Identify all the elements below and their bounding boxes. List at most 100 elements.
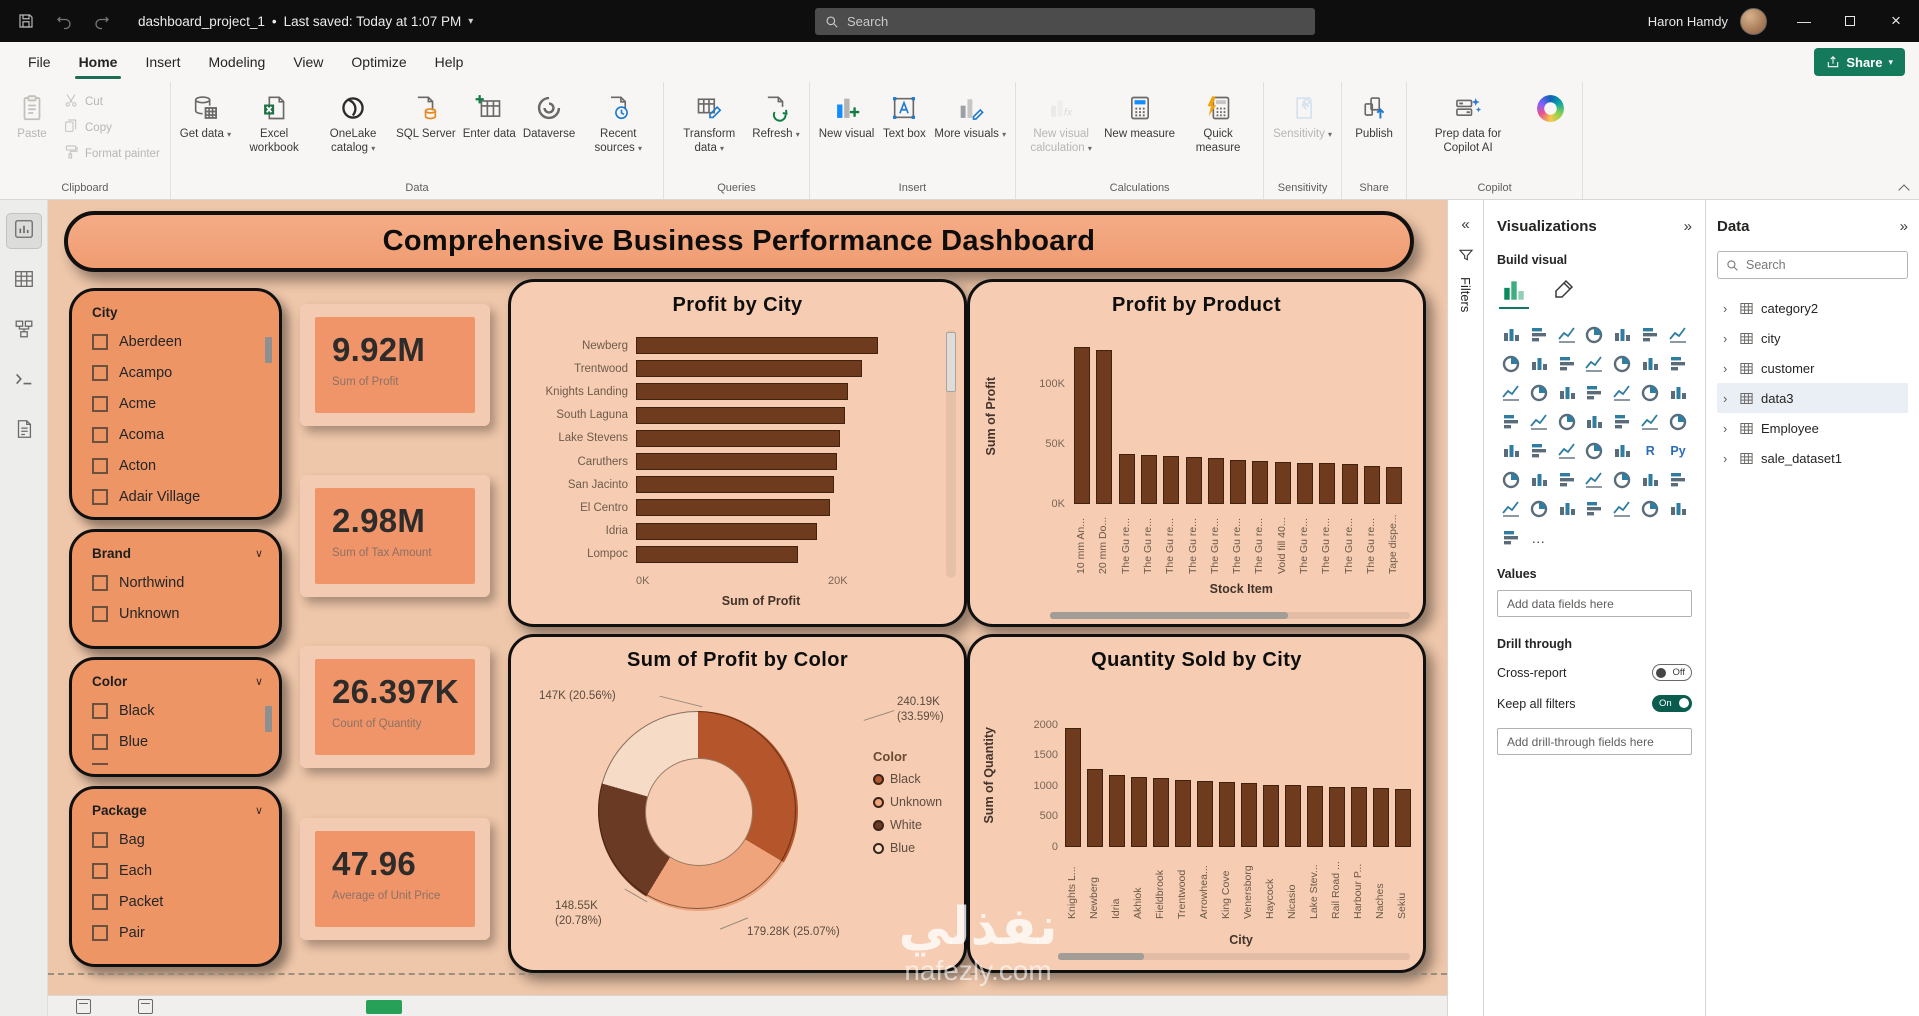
- bar[interactable]: [1373, 787, 1389, 847]
- visual-type-icon[interactable]: [1581, 437, 1609, 464]
- slicer-option[interactable]: Bag: [92, 824, 279, 855]
- tab-build-visual[interactable]: [1497, 277, 1531, 309]
- bar[interactable]: [1230, 459, 1247, 504]
- slicer-color[interactable]: Color ∨ Black Blue: [69, 657, 282, 777]
- save-icon[interactable]: [16, 11, 36, 31]
- slicer-option[interactable]: Acoma: [92, 419, 279, 450]
- bar[interactable]: [1386, 466, 1403, 504]
- more-visuals-button[interactable]: More visuals ▾: [931, 88, 1009, 147]
- visual-type-icon[interactable]: [1525, 466, 1553, 493]
- visual-type-icon[interactable]: [1553, 321, 1581, 348]
- publish-button[interactable]: Publish: [1348, 88, 1400, 147]
- checkbox-icon[interactable]: [92, 733, 108, 750]
- visual-type-icon[interactable]: [1664, 466, 1692, 493]
- visual-type-icon[interactable]: [1636, 379, 1664, 406]
- model-view[interactable]: [7, 314, 41, 348]
- data-table-data3[interactable]: › data3: [1717, 383, 1908, 413]
- bar[interactable]: [636, 522, 818, 540]
- data-table-Employee[interactable]: › Employee: [1717, 413, 1908, 443]
- slicer-option[interactable]: Acton: [92, 450, 279, 481]
- visual-type-icon[interactable]: [1497, 379, 1525, 406]
- expand-chevron-icon[interactable]: ›: [1723, 421, 1732, 436]
- chevron-down-icon[interactable]: ∨: [255, 675, 263, 688]
- visual-type-icon[interactable]: …: [1525, 524, 1553, 551]
- checkbox-icon[interactable]: [92, 702, 108, 719]
- legend-item-unknown[interactable]: Unknown: [873, 795, 942, 809]
- report-view[interactable]: [5, 213, 42, 249]
- chevron-down-icon[interactable]: ∨: [255, 804, 263, 817]
- cross-report-toggle[interactable]: Off: [1652, 664, 1692, 681]
- page-icon[interactable]: [76, 999, 91, 1014]
- visual-type-icon[interactable]: [1581, 350, 1609, 377]
- collapse-data-panel-icon[interactable]: »: [1900, 218, 1908, 235]
- expand-filters-icon[interactable]: «: [1461, 216, 1469, 233]
- table-view[interactable]: [7, 264, 41, 298]
- bar[interactable]: [1307, 786, 1323, 847]
- checkbox-icon[interactable]: [92, 924, 108, 941]
- maximize-button[interactable]: [1827, 0, 1873, 42]
- bar[interactable]: [1207, 458, 1224, 504]
- bar[interactable]: [1341, 464, 1358, 504]
- paste-button[interactable]: Paste: [6, 88, 58, 147]
- undo-icon[interactable]: [54, 11, 74, 31]
- checkbox-icon[interactable]: [92, 862, 108, 879]
- visual-type-icon[interactable]: [1525, 321, 1553, 348]
- menu-item-home[interactable]: Home: [65, 44, 132, 80]
- visual-type-icon[interactable]: [1497, 437, 1525, 464]
- menu-item-view[interactable]: View: [279, 44, 337, 80]
- visual-type-icon[interactable]: [1636, 350, 1664, 377]
- bar[interactable]: [636, 476, 834, 494]
- slicer-option[interactable]: Pair: [92, 917, 279, 948]
- visual-type-icon[interactable]: [1553, 408, 1581, 435]
- bar[interactable]: [636, 406, 846, 424]
- chart-scrollbar[interactable]: [1058, 953, 1410, 960]
- bar[interactable]: [1363, 465, 1380, 504]
- add-data-fields-well[interactable]: Add data fields here: [1497, 590, 1692, 617]
- bar[interactable]: [1065, 727, 1081, 847]
- checkbox-icon[interactable]: [92, 457, 108, 474]
- visual-type-icon[interactable]: [1581, 408, 1609, 435]
- document-title[interactable]: dashboard_project_1 • Last saved: Today …: [138, 14, 473, 29]
- checkbox-icon[interactable]: [92, 426, 108, 443]
- legend-item-white[interactable]: White: [873, 818, 942, 832]
- visual-type-icon[interactable]: [1608, 321, 1636, 348]
- dataverse-button[interactable]: Dataverse: [520, 88, 578, 147]
- bar[interactable]: [1285, 785, 1301, 847]
- slicer-option[interactable]: Acampo: [92, 357, 279, 388]
- visual-type-icon[interactable]: [1553, 466, 1581, 493]
- scrollbar-thumb[interactable]: [1050, 612, 1288, 619]
- bar[interactable]: [636, 383, 849, 401]
- visual-type-icon[interactable]: [1636, 495, 1664, 522]
- redo-icon[interactable]: [92, 11, 112, 31]
- slicer-option[interactable]: Blue: [92, 726, 279, 757]
- visual-type-icon[interactable]: [1608, 379, 1636, 406]
- expand-chevron-icon[interactable]: ›: [1723, 391, 1732, 406]
- visual-type-icon[interactable]: [1497, 350, 1525, 377]
- share-button[interactable]: Share ▾: [1814, 48, 1905, 76]
- checkbox-icon[interactable]: [92, 333, 108, 350]
- bar[interactable]: [1185, 457, 1202, 504]
- visual-type-icon[interactable]: [1608, 408, 1636, 435]
- visual-type-icon[interactable]: [1553, 437, 1581, 464]
- bar[interactable]: [1263, 784, 1279, 847]
- transform-data-button[interactable]: Transform data ▾: [670, 88, 748, 160]
- menu-item-modeling[interactable]: Modeling: [194, 44, 279, 80]
- visual-type-icon[interactable]: R: [1636, 437, 1664, 464]
- bar[interactable]: [1140, 454, 1157, 504]
- tab-format-visual[interactable]: [1547, 277, 1581, 309]
- checkbox-icon[interactable]: [92, 395, 108, 412]
- chart-scrollbar[interactable]: [1050, 612, 1410, 619]
- visual-type-icon[interactable]: [1664, 321, 1692, 348]
- expand-chevron-icon[interactable]: ›: [1723, 301, 1732, 316]
- bar[interactable]: [1252, 460, 1269, 504]
- minimize-button[interactable]: —: [1781, 0, 1827, 42]
- kpi-card-sum-of-profit[interactable]: 9.92M Sum of Profit: [300, 304, 490, 426]
- bar[interactable]: [1118, 453, 1135, 504]
- sql-server-button[interactable]: SQL Server: [393, 88, 459, 147]
- visual-type-icon[interactable]: [1664, 408, 1692, 435]
- bar[interactable]: [1131, 776, 1147, 847]
- add-drill-through-well[interactable]: Add drill-through fields here: [1497, 728, 1692, 755]
- chart-profit-by-product[interactable]: Profit by Product Sum of Profit 0K 50K 100K 1…: [967, 279, 1426, 627]
- data-table-sale_dataset1[interactable]: › sale_dataset1: [1717, 443, 1908, 473]
- prep-data-for-copilot-ai-button[interactable]: Prep data for Copilot AI: [1413, 88, 1523, 160]
